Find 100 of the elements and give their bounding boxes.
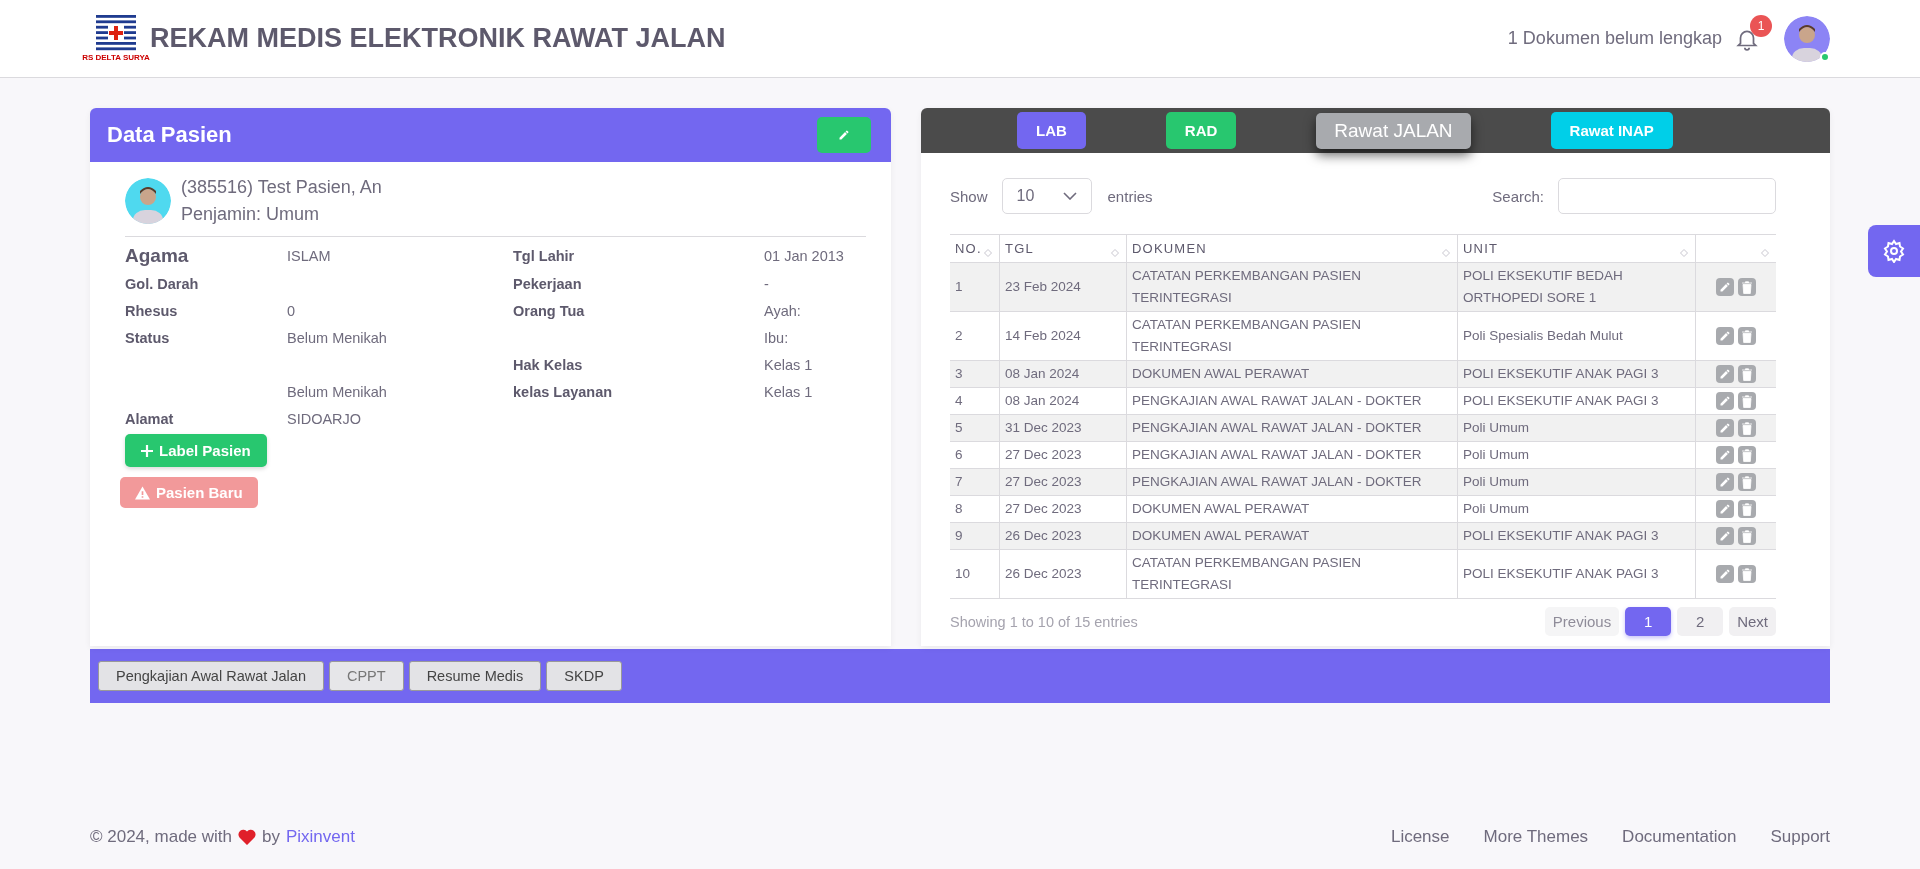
edit-button[interactable] bbox=[1716, 473, 1734, 491]
edit-button[interactable] bbox=[1716, 527, 1734, 545]
edit-button[interactable] bbox=[1716, 365, 1734, 383]
edit-button[interactable] bbox=[1716, 565, 1734, 583]
table-cell: POLI EKSEKUTIF ANAK PAGI 3 bbox=[1457, 522, 1696, 550]
field-value: 01 Jan 2013 bbox=[764, 247, 845, 264]
table-cell: PENGKAJIAN AWAL RAWAT JALAN - DOKTER bbox=[1126, 468, 1458, 496]
field-value: Kelas 1 bbox=[764, 383, 814, 400]
edit-button[interactable] bbox=[1716, 500, 1734, 518]
show-label: Show bbox=[950, 187, 988, 205]
field-label: Status bbox=[125, 329, 171, 346]
delete-button[interactable] bbox=[1738, 392, 1756, 410]
author-link[interactable]: Pixinvent bbox=[285, 827, 355, 847]
trash-icon bbox=[1741, 280, 1753, 294]
footer-link[interactable]: More Themes bbox=[1483, 827, 1589, 847]
delete-button[interactable] bbox=[1738, 473, 1756, 491]
edit-button[interactable] bbox=[1716, 392, 1734, 410]
delete-button[interactable] bbox=[1738, 365, 1756, 383]
sort-icon bbox=[1111, 249, 1119, 257]
table-cell: 2 bbox=[950, 311, 1000, 361]
column-header[interactable]: TGL bbox=[1005, 241, 1034, 256]
notification-badge: 1 bbox=[1750, 14, 1772, 37]
search-label: Search: bbox=[1492, 187, 1544, 205]
sort-icon bbox=[1680, 249, 1688, 257]
delete-button[interactable] bbox=[1738, 446, 1756, 464]
delete-button[interactable] bbox=[1738, 565, 1756, 583]
field-label: Alamat bbox=[125, 410, 175, 427]
page-size-select[interactable]: 10 bbox=[1001, 178, 1092, 214]
field-label: Tgl Lahir bbox=[513, 247, 576, 264]
chevron-down-icon bbox=[1062, 192, 1077, 200]
guarantor-text: Penjamin: Umum bbox=[181, 203, 321, 226]
table-cell: Poli Umum bbox=[1457, 441, 1696, 469]
trash-icon bbox=[1741, 502, 1753, 516]
pagination-link[interactable]: Next bbox=[1729, 607, 1776, 636]
table-cell: POLI EKSEKUTIF BEDAH ORTHOPEDI SORE 1 bbox=[1457, 262, 1696, 312]
pencil-icon bbox=[1719, 449, 1731, 461]
field-value: Ibu: bbox=[764, 329, 790, 346]
column-header[interactable]: UNIT bbox=[1463, 241, 1499, 256]
table-cell: 3 bbox=[950, 360, 1000, 388]
column-header[interactable]: DOKUMEN bbox=[1132, 241, 1207, 256]
table-cell: DOKUMEN AWAL PERAWAT bbox=[1126, 495, 1458, 523]
edit-button[interactable] bbox=[1716, 327, 1734, 345]
trash-icon bbox=[1741, 421, 1753, 435]
delete-button[interactable] bbox=[1738, 500, 1756, 518]
field-label: Hak Kelas bbox=[513, 356, 584, 373]
table-cell: CATATAN PERKEMBANGAN PASIEN TERINTEGRASI bbox=[1126, 311, 1458, 361]
field-label: Agama bbox=[125, 244, 190, 267]
trash-icon bbox=[1741, 475, 1753, 489]
tab[interactable]: LAB bbox=[1017, 112, 1086, 149]
trash-icon bbox=[1741, 329, 1753, 343]
table-cell: 9 bbox=[950, 522, 1000, 550]
table-cell: 14 Feb 2024 bbox=[999, 311, 1127, 361]
table-cell: 6 bbox=[950, 441, 1000, 469]
footer-link[interactable]: License bbox=[1390, 827, 1450, 847]
settings-button[interactable] bbox=[1868, 225, 1920, 277]
table-cell: Poli Umum bbox=[1457, 414, 1696, 442]
table-cell: 27 Dec 2023 bbox=[999, 468, 1127, 496]
search-field[interactable] bbox=[1558, 178, 1776, 214]
warning-icon bbox=[135, 485, 150, 500]
delete-button[interactable] bbox=[1738, 527, 1756, 545]
heart-icon bbox=[238, 829, 256, 845]
edit-button[interactable] bbox=[1716, 278, 1734, 296]
field-label: Gol. Darah bbox=[125, 275, 200, 292]
patient-name: (385516) Test Pasien, An bbox=[181, 176, 382, 199]
table-cell: POLI EKSEKUTIF ANAK PAGI 3 bbox=[1457, 387, 1696, 415]
table-cell: CATATAN PERKEMBANGAN PASIEN TERINTEGRASI bbox=[1126, 549, 1458, 599]
form-button[interactable]: SKDP bbox=[546, 661, 622, 691]
edit-button[interactable] bbox=[1716, 419, 1734, 437]
app-title: REKAM MEDIS ELEKTRONIK RAWAT JALAN bbox=[150, 23, 727, 54]
settings-icon bbox=[1882, 239, 1906, 263]
form-button[interactable]: Resume Medis bbox=[408, 661, 542, 691]
pencil-icon bbox=[1719, 330, 1731, 342]
notice-text: 1 Dokumen belum lengkap bbox=[1507, 28, 1722, 49]
pencil-icon bbox=[1719, 395, 1731, 407]
table-cell: 4 bbox=[950, 387, 1000, 415]
trash-icon bbox=[1741, 394, 1753, 408]
sort-icon bbox=[984, 249, 992, 257]
table-cell: PENGKAJIAN AWAL RAWAT JALAN - DOKTER bbox=[1126, 414, 1458, 442]
table-cell: Poli Umum bbox=[1457, 468, 1696, 496]
field-value: ISLAM bbox=[287, 247, 332, 264]
edit-button[interactable] bbox=[1716, 446, 1734, 464]
page-button[interactable]: 2 bbox=[1677, 607, 1724, 636]
pencil-icon bbox=[1719, 281, 1731, 293]
form-button[interactable]: Pengkajian Awal Rawat Jalan bbox=[98, 661, 324, 691]
delete-button[interactable] bbox=[1738, 278, 1756, 296]
table-cell: 26 Dec 2023 bbox=[999, 549, 1127, 599]
page-button[interactable]: 1 bbox=[1625, 607, 1672, 636]
table-cell: POLI EKSEKUTIF ANAK PAGI 3 bbox=[1457, 549, 1696, 599]
table-cell: 08 Jan 2024 bbox=[999, 360, 1127, 388]
delete-button[interactable] bbox=[1738, 327, 1756, 345]
user-avatar bbox=[1784, 15, 1830, 62]
delete-button[interactable] bbox=[1738, 419, 1756, 437]
pencil-icon bbox=[1719, 568, 1731, 580]
patient-avatar bbox=[125, 178, 171, 224]
table-cell: Poli Umum bbox=[1457, 495, 1696, 523]
footer-link[interactable]: Support bbox=[1770, 827, 1830, 847]
field-value: 0 bbox=[287, 302, 297, 319]
pencil-icon bbox=[1719, 422, 1731, 434]
footer-link[interactable]: Documentation bbox=[1622, 827, 1737, 847]
edit-button[interactable] bbox=[817, 117, 871, 153]
